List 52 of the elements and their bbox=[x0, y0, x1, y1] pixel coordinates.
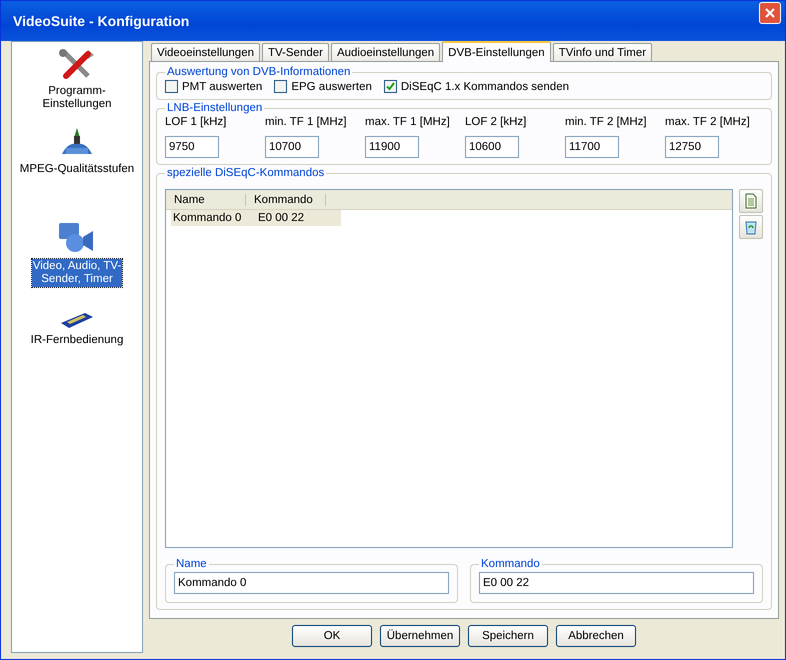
checkbox-label: DiSEqC 1.x Kommandos senden bbox=[400, 80, 569, 92]
table-cell-text: E0 00 22 bbox=[257, 211, 306, 226]
field-label: min. TF 1 [MHz] bbox=[265, 116, 348, 128]
input-field[interactable]: 10600 bbox=[465, 136, 519, 158]
field-label: max. TF 2 [MHz] bbox=[665, 116, 751, 128]
document-icon bbox=[744, 193, 758, 209]
dialog-button[interactable]: Abbrechen bbox=[556, 625, 636, 647]
field-label: min. TF 2 [MHz] bbox=[565, 116, 648, 128]
checkbox[interactable] bbox=[384, 80, 397, 93]
checkbox-label: EPG auswerten bbox=[291, 80, 372, 92]
tools-icon[interactable] bbox=[58, 48, 96, 80]
new-document-button[interactable] bbox=[739, 189, 763, 213]
group-title: spezielle DiSEqC-Kommandos bbox=[166, 167, 326, 179]
checkbox[interactable] bbox=[274, 80, 288, 93]
tab[interactable]: DVB-Einstellungen bbox=[442, 41, 551, 62]
tab[interactable]: TVinfo und Timer bbox=[552, 43, 652, 61]
checkbox[interactable] bbox=[165, 80, 178, 93]
tab[interactable]: Audioeinstellungen bbox=[330, 43, 440, 61]
group-title: LNB-Einstellungen bbox=[166, 102, 264, 114]
dialog-button[interactable]: Übernehmen bbox=[380, 625, 460, 647]
close-icon bbox=[764, 7, 776, 19]
dialog-button[interactable]: Speichern bbox=[468, 625, 548, 647]
input-field[interactable]: 12750 bbox=[665, 136, 719, 158]
close-button[interactable] bbox=[759, 2, 781, 24]
group-title: Auswertung von DVB-Informationen bbox=[166, 66, 352, 78]
group-title: Name bbox=[175, 558, 208, 570]
list-row[interactable]: Kommando 0 E0 00 22 bbox=[171, 210, 341, 226]
window-title: VideoSuite - Konfiguration bbox=[13, 13, 190, 29]
sidebar-item[interactable]: MPEG-Qualitätsstufen bbox=[13, 162, 141, 177]
tab[interactable]: Videoeinstellungen bbox=[151, 43, 260, 61]
sidebar-item[interactable]: Video, Audio, TV-Sender, Timer bbox=[32, 259, 122, 287]
group-title: Kommando bbox=[480, 558, 541, 570]
field-label: LOF 2 [kHz] bbox=[465, 116, 528, 128]
input-field[interactable]: 11900 bbox=[365, 136, 419, 158]
dialog-button[interactable]: OK bbox=[292, 625, 372, 647]
checkbox-label: PMT auswerten bbox=[182, 80, 262, 92]
field-label: LOF 1 [kHz] bbox=[165, 116, 228, 128]
input-field[interactable]: 9750 bbox=[165, 136, 219, 158]
column-header[interactable]: Name bbox=[166, 194, 246, 206]
input-field[interactable]: 10700 bbox=[265, 136, 319, 158]
recycle-bin-button[interactable] bbox=[739, 215, 763, 239]
remote-control-icon[interactable] bbox=[58, 311, 95, 329]
field-label: max. TF 1 [MHz] bbox=[365, 116, 451, 128]
tab[interactable]: TV-Sender bbox=[262, 43, 329, 61]
input-field[interactable]: Kommando 0 bbox=[174, 572, 449, 594]
recycle-bin-icon bbox=[744, 219, 758, 235]
sidebar-item[interactable]: Programm-Einstellungen bbox=[32, 84, 122, 112]
table-cell-text: Kommando 0 bbox=[172, 211, 242, 226]
input-field[interactable]: E0 00 22 bbox=[479, 572, 754, 594]
input-field[interactable]: 11700 bbox=[565, 136, 619, 158]
column-header[interactable]: Kommando bbox=[246, 194, 326, 206]
sidebar-item[interactable]: IR-Fernbedienung bbox=[30, 333, 124, 348]
